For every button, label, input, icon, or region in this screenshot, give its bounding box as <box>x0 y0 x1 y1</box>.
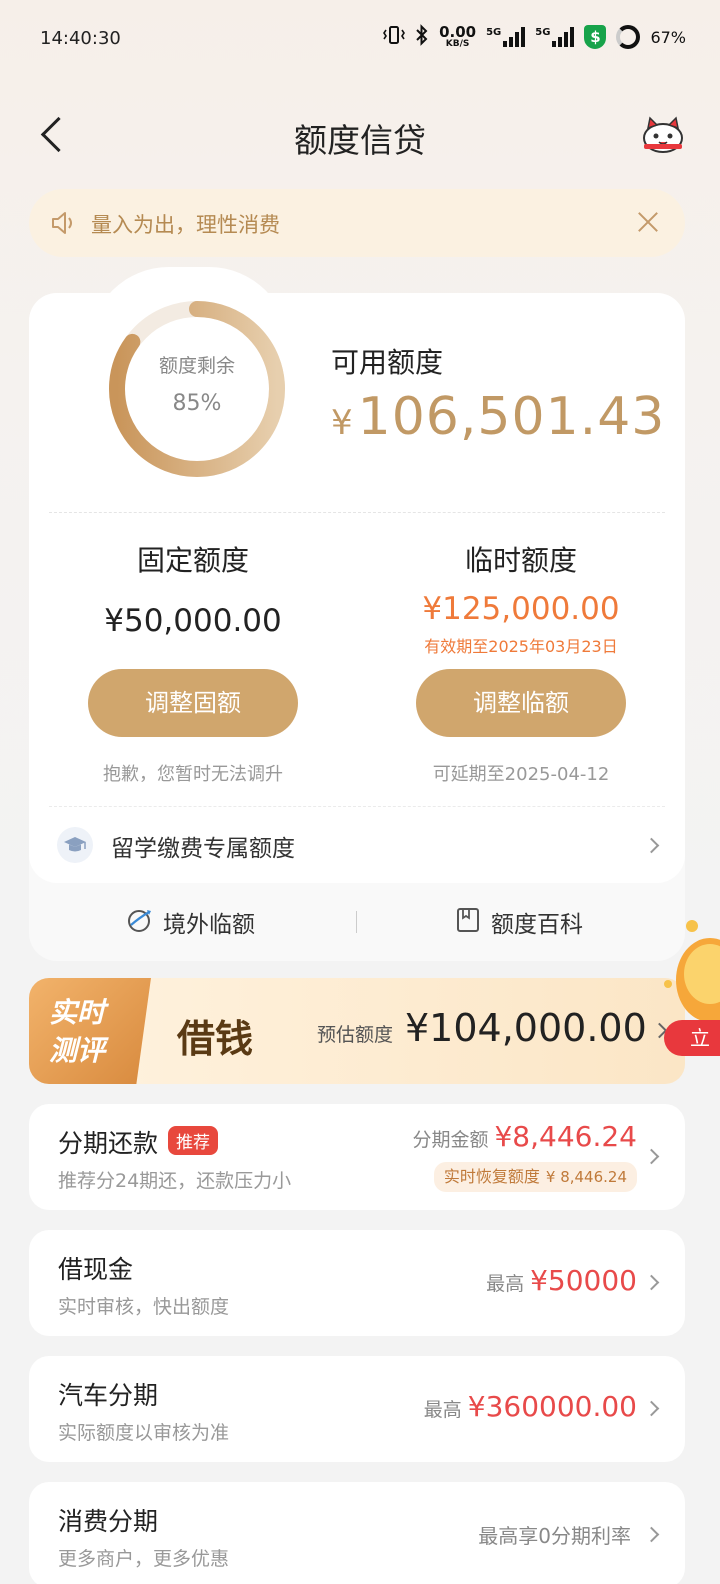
product-title: 分期还款 推荐 <box>58 1124 219 1160</box>
available-value: 106,501.43 <box>357 387 666 447</box>
chevron-right-icon <box>643 1400 660 1417</box>
signal-icon-2: 5G <box>535 27 575 47</box>
rate-label: 最高享0分期利率 <box>478 1524 631 1548</box>
estimate-amount: ¥104,000.00 <box>405 1006 647 1050</box>
amount-value: ¥50000 <box>530 1264 637 1297</box>
remaining-label: 额度剩余 <box>158 355 235 377</box>
temporary-credit-title: 临时额度 <box>464 544 577 577</box>
fixed-credit: 固定额度 ¥50,000.00 <box>43 539 343 639</box>
restore-credit-amount: ¥ 8,446.24 <box>545 1168 627 1186</box>
status-icons: 0.00 KB/S 5G 5G $ 67% <box>383 24 686 50</box>
product-subtitle: 推荐分24期还，还款压力小 <box>58 1170 292 1192</box>
restore-credit-label: 实时恢复额度 <box>443 1167 540 1186</box>
fixed-credit-amount: ¥50,000.00 <box>104 603 282 639</box>
car-installment-card[interactable]: 汽车分期 实际额度以审核为准 最高 ¥360000.00 <box>29 1356 685 1462</box>
temporary-credit-validity: 有效期至2025年03月23日 <box>424 637 618 656</box>
credit-wiki-label: 额度百科 <box>491 912 583 938</box>
amount-prefix: 最高 <box>486 1273 525 1295</box>
consumer-installment-card[interactable]: 消费分期 更多商户，更多优惠 最高享0分期利率 <box>29 1482 685 1584</box>
currency-symbol: ¥ <box>331 403 354 443</box>
estimate-label: 预估额度 <box>317 1024 394 1046</box>
book-icon <box>455 906 481 938</box>
battery-icon <box>616 25 641 49</box>
amount-value: ¥8,446.24 <box>494 1120 637 1153</box>
product-title: 消费分期 <box>58 1507 159 1536</box>
speaker-icon <box>49 209 77 237</box>
chevron-right-icon <box>643 837 660 854</box>
remaining-ring <box>109 301 285 477</box>
notice-bar: 量入为出，理性消费 <box>29 189 685 257</box>
chevron-right-icon <box>643 1526 660 1543</box>
page-header: 额度信贷 <box>0 100 720 170</box>
credit-wiki-link[interactable]: 额度百科 <box>455 905 583 939</box>
study-abroad-credit-row[interactable]: 留学缴费专属额度 <box>29 813 685 877</box>
product-subtitle: 实际额度以审核为准 <box>58 1422 230 1444</box>
remaining-percent: 85% <box>172 391 222 416</box>
max-amount: 最高 ¥50000 <box>486 1264 637 1297</box>
credit-card: 额度剩余 85% 可用额度 ¥106,501.43 固定额度 ¥50,000.0… <box>29 267 685 961</box>
adjust-temporary-button[interactable]: 调整临额 <box>416 669 626 737</box>
installment-amount: 分期金额 ¥8,446.24 <box>412 1120 637 1153</box>
status-bar: 14:40:30 0.00 KB/S 5G 5G $ 67% <box>0 0 720 80</box>
fixed-credit-note: 抱歉，您暂时无法调升 <box>103 764 283 785</box>
temporary-credit-amount: ¥125,000.00 <box>422 591 620 627</box>
chevron-right-icon <box>643 1274 660 1291</box>
installment-repay-card[interactable]: 分期还款 推荐 推荐分24期还，还款压力小 分期金额 ¥8,446.24 实时恢复额… <box>29 1104 685 1210</box>
overseas-temp-credit-label: 境外临额 <box>163 912 255 938</box>
cash-loan-card[interactable]: 借现金 实时审核，快出额度 最高 ¥50000 <box>29 1230 685 1336</box>
product-title: 借现金 <box>58 1255 134 1284</box>
divider <box>49 806 665 807</box>
mascot-icon[interactable] <box>640 114 686 154</box>
graduation-cap-icon <box>57 827 93 863</box>
status-time: 14:40:30 <box>40 28 121 49</box>
amount-prefix: 最高 <box>423 1399 462 1421</box>
banner-title: 借钱 <box>177 1016 254 1061</box>
notice-text: 量入为出，理性消费 <box>91 213 280 237</box>
realtime-eval-tag-text: 实时测评 <box>49 996 106 1067</box>
available-amount: ¥106,501.43 <box>331 387 665 447</box>
product-subtitle: 实时审核，快出额度 <box>58 1296 230 1318</box>
globe-plane-icon <box>125 906 153 938</box>
credit-summary: 额度剩余 85% 可用额度 ¥106,501.43 固定额度 ¥50,000.0… <box>29 267 685 883</box>
amount-prefix: 分期金额 <box>412 1129 489 1151</box>
borrow-banner[interactable]: 实时测评 借钱 预估额度 ¥104,000.00 <box>29 978 685 1084</box>
page-title: 额度信贷 <box>294 121 426 160</box>
chevron-right-icon <box>643 1148 660 1165</box>
restore-credit-chip: 实时恢复额度 ¥ 8,446.24 <box>433 1162 637 1192</box>
amount-value: ¥360000.00 <box>467 1390 637 1423</box>
floating-promo-button[interactable]: 立即 <box>664 1020 720 1056</box>
close-icon[interactable] <box>633 207 663 237</box>
temporary-credit-note: 可延期至2025-04-12 <box>432 764 610 785</box>
max-amount: 最高 ¥360000.00 <box>424 1390 637 1423</box>
product-subtitle: 更多商户，更多优惠 <box>58 1548 230 1570</box>
bluetooth-icon <box>415 24 429 50</box>
product-title: 汽车分期 <box>58 1381 159 1410</box>
fixed-credit-title: 固定额度 <box>136 544 249 577</box>
overseas-temp-credit-link[interactable]: 境外临额 <box>125 905 255 939</box>
adjust-fixed-button[interactable]: 调整固额 <box>88 669 298 737</box>
temporary-credit: 临时额度 ¥125,000.00 有效期至2025年03月23日 <box>371 539 671 657</box>
rate-text: 最高享0分期利率 <box>478 1520 637 1549</box>
recommended-badge: 推荐 <box>168 1126 219 1155</box>
signal-icon: 5G <box>486 27 526 47</box>
available-label: 可用额度 <box>331 346 444 379</box>
net-speed: 0.00 KB/S <box>439 23 477 49</box>
link-separator <box>356 911 357 933</box>
battery-level: 67% <box>650 27 686 47</box>
divider <box>49 512 665 513</box>
study-abroad-label: 留学缴费专属额度 <box>111 836 295 862</box>
vibrate-icon <box>383 25 406 49</box>
security-shield-icon: $ <box>584 25 607 49</box>
